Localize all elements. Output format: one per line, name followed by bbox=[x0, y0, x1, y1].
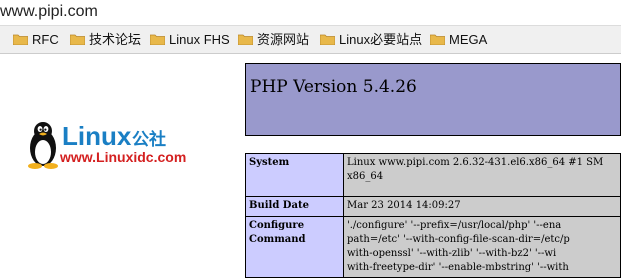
value-line: with-openssl' '--with-zlib' '--with-bz2'… bbox=[347, 248, 557, 259]
bookmarks-bar: RFC 技术论坛 Linux FHS 资源网站 Linux必要站点 MEGA bbox=[0, 26, 621, 54]
folder-icon bbox=[320, 34, 335, 45]
bookmark-label: 资源网站 bbox=[257, 32, 310, 47]
bookmark-label: 技术论坛 bbox=[89, 32, 142, 47]
value-line: './configure' '--prefix=/usr/local/php' … bbox=[347, 220, 562, 231]
logo-brand: Linux bbox=[62, 121, 132, 151]
table-row: Configure Command './configure' '--prefi… bbox=[245, 216, 621, 278]
table-row: Build Date Mar 23 2014 14:09:27 bbox=[245, 196, 621, 217]
value-line: with-freetype-dir' '--enable-mbstring' '… bbox=[347, 262, 569, 273]
folder-icon bbox=[150, 34, 165, 45]
address-bar[interactable]: www.pipi.com bbox=[0, 0, 621, 25]
row-value: Mar 23 2014 14:09:27 bbox=[343, 196, 621, 217]
page-title: PHP Version 5.4.26 bbox=[250, 77, 417, 97]
folder-icon bbox=[238, 34, 253, 45]
table-row: System Linux www.pipi.com 2.6.32-431.el6… bbox=[245, 153, 621, 197]
row-label: Build Date bbox=[245, 196, 344, 217]
row-label: System bbox=[245, 153, 344, 197]
folder-icon bbox=[430, 34, 445, 45]
logo-site: www.Linuxidc.com bbox=[59, 149, 186, 165]
row-value: Linux www.pipi.com 2.6.32-431.el6.x86_64… bbox=[343, 153, 621, 197]
url-text[interactable]: www.pipi.com bbox=[0, 1, 98, 23]
bookmark-label: Linux FHS bbox=[169, 32, 230, 47]
linuxidc-logo: Linux 公社 www.Linuxidc.com bbox=[26, 120, 216, 170]
folder-icon bbox=[70, 34, 85, 45]
bookmark-label: Linux必要站点 bbox=[339, 32, 423, 47]
bookmark-label: RFC bbox=[32, 32, 59, 47]
value-line: x86_64 bbox=[347, 171, 384, 182]
bookmark-label: MEGA bbox=[449, 32, 488, 47]
phpinfo-table: System Linux www.pipi.com 2.6.32-431.el6… bbox=[245, 153, 621, 278]
php-version-header: PHP Version 5.4.26 bbox=[245, 63, 621, 136]
tux-penguin-icon: Linux 公社 www.Linuxidc.com bbox=[28, 121, 186, 169]
row-label: Configure Command bbox=[245, 216, 344, 278]
folder-icon bbox=[13, 34, 28, 45]
value-line: Linux www.pipi.com 2.6.32-431.el6.x86_64… bbox=[347, 157, 604, 168]
value-line: path=/etc' '--with-config-file-scan-dir=… bbox=[347, 234, 570, 245]
row-value: './configure' '--prefix=/usr/local/php' … bbox=[343, 216, 621, 278]
logo-brand-cn: 公社 bbox=[132, 129, 166, 150]
value-line: Mar 23 2014 14:09:27 bbox=[347, 200, 461, 211]
